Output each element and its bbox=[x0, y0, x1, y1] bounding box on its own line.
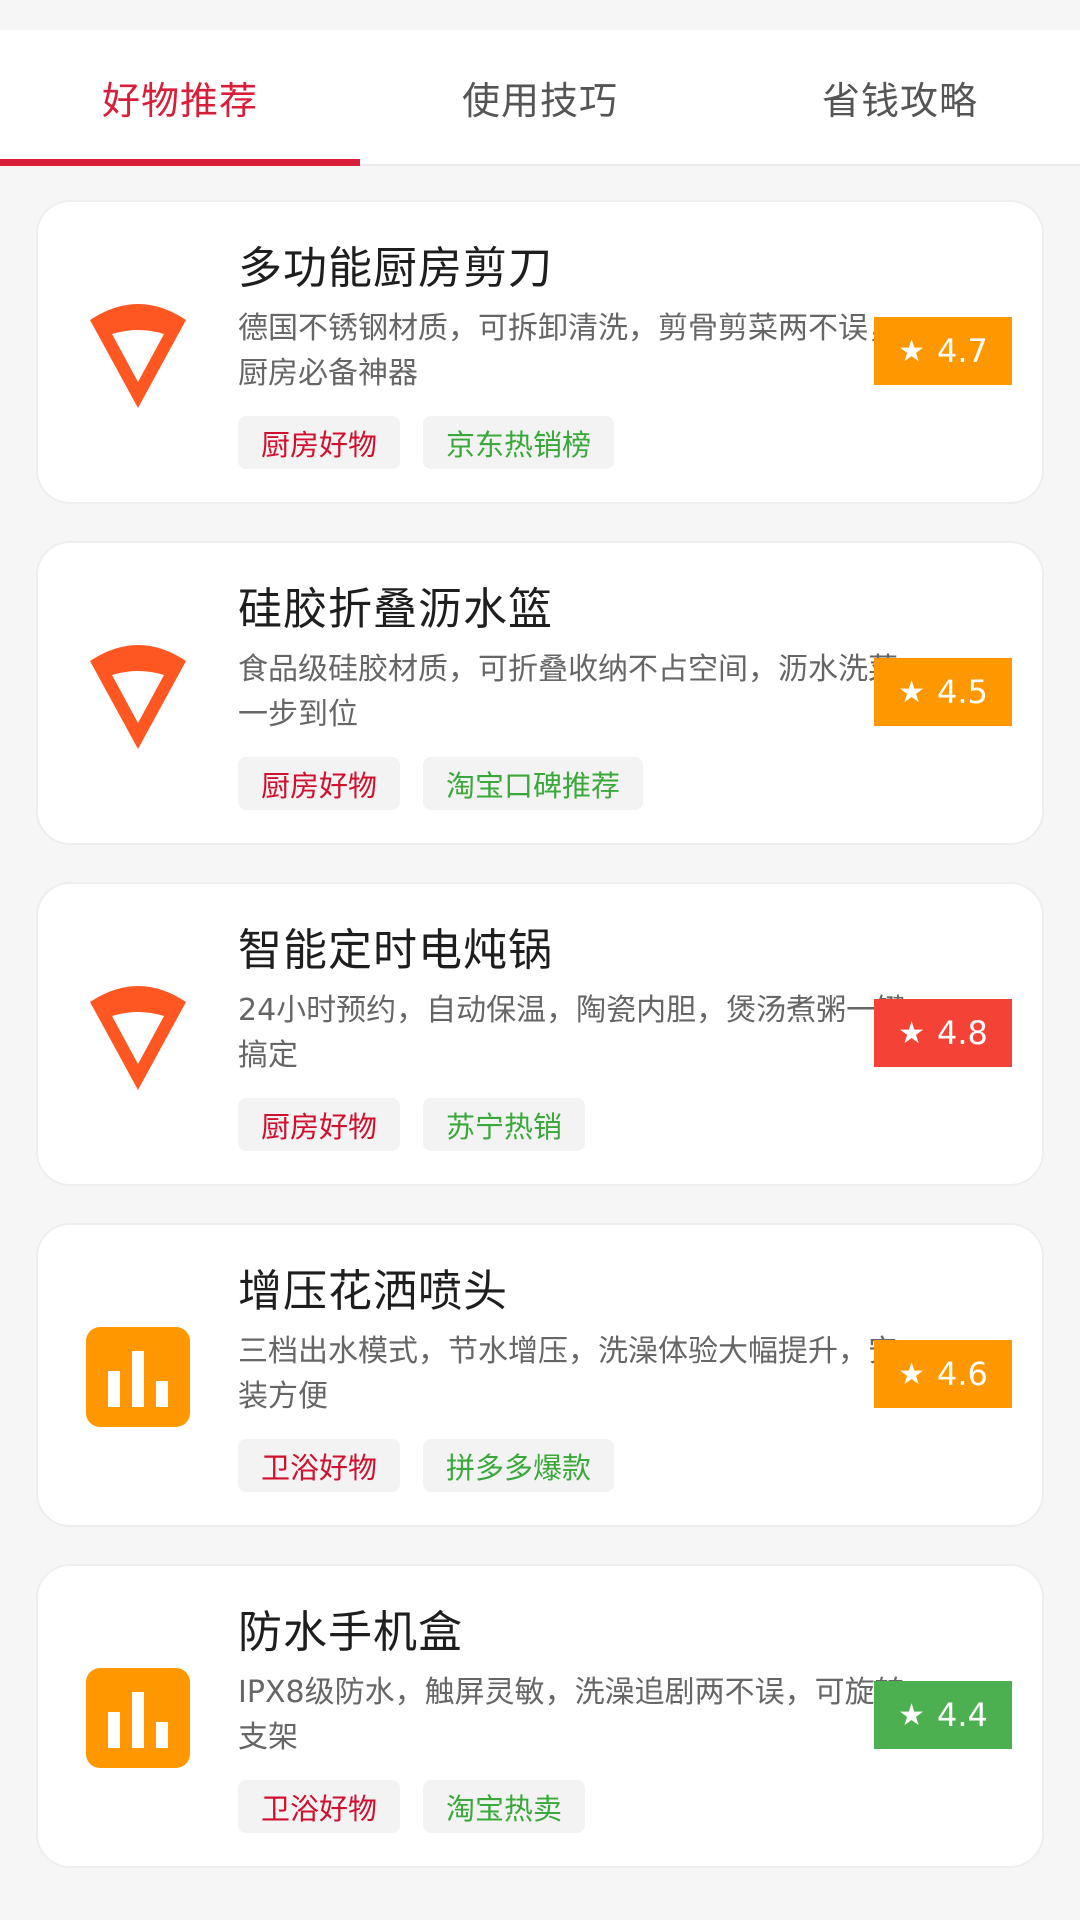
tag-row: 厨房好物 淘宝口碑推荐 bbox=[238, 757, 644, 810]
rating-badge: ★ 4.4 bbox=[874, 1681, 1012, 1749]
bar-chart-icon bbox=[86, 1668, 190, 1768]
bar-chart-icon bbox=[86, 1327, 190, 1427]
product-title: 智能定时电炖锅 bbox=[238, 925, 553, 976]
tab-recommend[interactable]: 好物推荐 bbox=[0, 30, 360, 166]
product-card[interactable]: 多功能厨房剪刀 德国不锈钢材质，可拆卸清洗，剪骨剪菜两不误，厨房必备神器 厨房好… bbox=[36, 200, 1044, 504]
tag-row: 厨房好物 京东热销榜 bbox=[238, 416, 615, 469]
rating-badge: ★ 4.6 bbox=[874, 1340, 1012, 1408]
product-title: 硅胶折叠沥水篮 bbox=[238, 584, 553, 635]
wedge-icon bbox=[90, 645, 186, 749]
product-card[interactable]: 防水手机盒 IPX8级防水，触屏灵敏，洗澡追剧两不误，可旋转支架 卫浴好物 淘宝… bbox=[36, 1564, 1044, 1868]
wedge-icon bbox=[90, 986, 186, 1090]
source-tag[interactable]: 淘宝口碑推荐 bbox=[423, 757, 644, 810]
star-icon: ★ bbox=[898, 1015, 925, 1051]
category-tag[interactable]: 厨房好物 bbox=[238, 416, 401, 469]
status-area bbox=[0, 0, 1080, 30]
product-description: 德国不锈钢材质，可拆卸清洗，剪骨剪菜两不误，厨房必备神器 bbox=[238, 311, 898, 391]
rating-value: 4.7 bbox=[937, 332, 988, 370]
tag-row: 卫浴好物 淘宝热卖 bbox=[238, 1780, 586, 1833]
tab-bar: 好物推荐 使用技巧 省钱攻略 bbox=[0, 30, 1080, 166]
rating-value: 4.6 bbox=[937, 1355, 988, 1393]
source-tag[interactable]: 京东热销榜 bbox=[423, 416, 615, 469]
star-icon: ★ bbox=[898, 333, 925, 369]
source-tag[interactable]: 苏宁热销 bbox=[423, 1098, 586, 1151]
category-tag[interactable]: 厨房好物 bbox=[238, 1098, 401, 1151]
source-tag[interactable]: 淘宝热卖 bbox=[423, 1780, 586, 1833]
product-card[interactable]: 硅胶折叠沥水篮 食品级硅胶材质，可折叠收纳不占空间，沥水洗菜一步到位 厨房好物 … bbox=[36, 541, 1044, 845]
product-description: 三档出水模式，节水增压，洗澡体验大幅提升，安装方便 bbox=[238, 1334, 898, 1414]
star-icon: ★ bbox=[898, 1356, 925, 1392]
product-description: 24小时预约，自动保温，陶瓷内胆，煲汤煮粥一键搞定 bbox=[238, 993, 907, 1073]
product-description: IPX8级防水，触屏灵敏，洗澡追剧两不误，可旋转支架 bbox=[238, 1675, 905, 1755]
tab-tips[interactable]: 使用技巧 bbox=[360, 30, 720, 164]
rating-badge: ★ 4.8 bbox=[874, 999, 1012, 1067]
source-tag[interactable]: 拼多多爆款 bbox=[423, 1439, 615, 1492]
product-title: 多功能厨房剪刀 bbox=[238, 243, 553, 294]
product-card[interactable]: 增压花洒喷头 三档出水模式，节水增压，洗澡体验大幅提升，安装方便 卫浴好物 拼多… bbox=[36, 1223, 1044, 1527]
tag-row: 卫浴好物 拼多多爆款 bbox=[238, 1439, 615, 1492]
category-tag[interactable]: 卫浴好物 bbox=[238, 1439, 401, 1492]
tag-row: 厨房好物 苏宁热销 bbox=[238, 1098, 586, 1151]
star-icon: ★ bbox=[898, 674, 925, 710]
product-description: 食品级硅胶材质，可折叠收纳不占空间，沥水洗菜一步到位 bbox=[238, 652, 898, 732]
category-tag[interactable]: 卫浴好物 bbox=[238, 1780, 401, 1833]
rating-value: 4.4 bbox=[937, 1696, 988, 1734]
rating-badge: ★ 4.7 bbox=[874, 317, 1012, 385]
rating-badge: ★ 4.5 bbox=[874, 658, 1012, 726]
product-list: 多功能厨房剪刀 德国不锈钢材质，可拆卸清洗，剪骨剪菜两不误，厨房必备神器 厨房好… bbox=[36, 200, 1044, 1905]
star-icon: ★ bbox=[898, 1697, 925, 1733]
rating-value: 4.8 bbox=[937, 1014, 988, 1052]
rating-value: 4.5 bbox=[937, 673, 988, 711]
product-title: 增压花洒喷头 bbox=[238, 1266, 508, 1317]
tab-savings[interactable]: 省钱攻略 bbox=[720, 30, 1080, 164]
product-title: 防水手机盒 bbox=[238, 1607, 463, 1658]
product-card[interactable]: 智能定时电炖锅 24小时预约，自动保温，陶瓷内胆，煲汤煮粥一键搞定 厨房好物 苏… bbox=[36, 882, 1044, 1186]
category-tag[interactable]: 厨房好物 bbox=[238, 757, 401, 810]
wedge-icon bbox=[90, 304, 186, 408]
